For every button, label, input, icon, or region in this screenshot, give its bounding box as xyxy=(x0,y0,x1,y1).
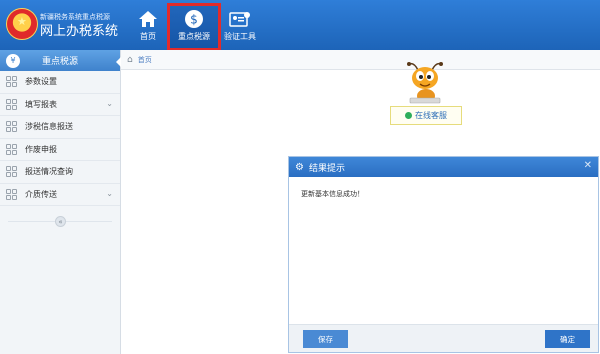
support-status-icon xyxy=(405,112,412,119)
sidebar-item-tax-info-submit[interactable]: 涉税信息报送 xyxy=(0,116,120,139)
gear-icon: ⚙ xyxy=(295,161,304,173)
dialog-message: 更新基本信息成功！ xyxy=(301,190,364,198)
svg-text:$: $ xyxy=(190,12,198,26)
nav-key-tax-source[interactable]: $ 重点税源 xyxy=(167,3,221,51)
sidebar-item-label: 参数设置 xyxy=(25,77,57,87)
tax-emblem-logo: ★ xyxy=(6,8,38,40)
breadcrumb: ⌂ 首页 xyxy=(121,50,600,70)
sidebar-title: 重点税源 xyxy=(41,57,78,67)
dialog-title: 结果提示 xyxy=(308,163,345,174)
close-icon[interactable]: ✕ xyxy=(584,160,592,171)
grid-icon xyxy=(6,166,17,178)
online-support-label: 在线客服 xyxy=(415,111,447,120)
sidebar-item-label: 介质传送 xyxy=(25,189,57,199)
save-button[interactable]: 保存 xyxy=(303,330,348,348)
dialog-header: ⚙ 结果提示 ✕ xyxy=(289,157,598,177)
sidebar-item-label: 涉税信息报送 xyxy=(25,122,73,132)
result-dialog: ⚙ 结果提示 ✕ 更新基本信息成功！ 保存 确定 xyxy=(288,156,599,353)
home-icon xyxy=(124,6,172,31)
grid-icon xyxy=(6,121,17,133)
chevron-down-icon: ⌄ xyxy=(106,98,113,108)
top-header: ★ 新疆税务系统重点税源 网上办税系统 首页 $ 重点税源 验证工具 xyxy=(0,0,600,51)
chevron-down-icon: ⌄ xyxy=(106,188,113,198)
breadcrumb-home-link[interactable]: 首页 xyxy=(138,55,152,65)
home-icon: ⌂ xyxy=(127,54,133,65)
sidebar-item-label: 填写报表 xyxy=(25,99,57,109)
grid-icon xyxy=(6,76,17,88)
sidebar-item-media-transfer[interactable]: 介质传送 ⌄ xyxy=(0,184,120,206)
sidebar-item-submission-query[interactable]: 报送情况查询 xyxy=(0,161,120,184)
sidebar-item-label: 作废申报 xyxy=(25,144,57,154)
nav-home[interactable]: 首页 xyxy=(124,6,172,48)
sidebar-item-fill-report[interactable]: 填写报表 ⌄ xyxy=(0,94,120,116)
nav-key-tax-source-label: 重点税源 xyxy=(178,32,210,41)
sidebar-item-label: 报送情况查询 xyxy=(25,167,73,177)
sidebar-item-parameter-settings[interactable]: 参数设置 xyxy=(0,71,120,94)
ant-mascot-image xyxy=(404,60,448,106)
logo-title: 网上办税系统 xyxy=(40,24,119,39)
dollar-icon: $ xyxy=(170,6,218,31)
online-support-button[interactable]: 在线客服 xyxy=(390,106,462,125)
confirm-button[interactable]: 确定 xyxy=(545,330,590,348)
grid-icon xyxy=(6,188,17,200)
id-card-icon xyxy=(216,6,264,31)
nav-verify-tool-label: 验证工具 xyxy=(224,32,256,41)
grid-icon xyxy=(6,98,17,110)
dialog-footer: 保存 确定 xyxy=(289,324,598,352)
sidebar: ¥ 重点税源 参数设置 填写报表 ⌄ 涉税信息报送 作废申报 报送情况查询 介质… xyxy=(0,50,121,354)
grid-icon xyxy=(6,143,17,155)
nav-verify-tool[interactable]: 验证工具 xyxy=(216,6,264,48)
sidebar-item-void-declaration[interactable]: 作废申报 xyxy=(0,139,120,161)
collapse-sidebar-button[interactable]: « xyxy=(55,216,66,227)
sidebar-header: ¥ 重点税源 xyxy=(0,50,121,71)
nav-home-label: 首页 xyxy=(140,32,156,41)
